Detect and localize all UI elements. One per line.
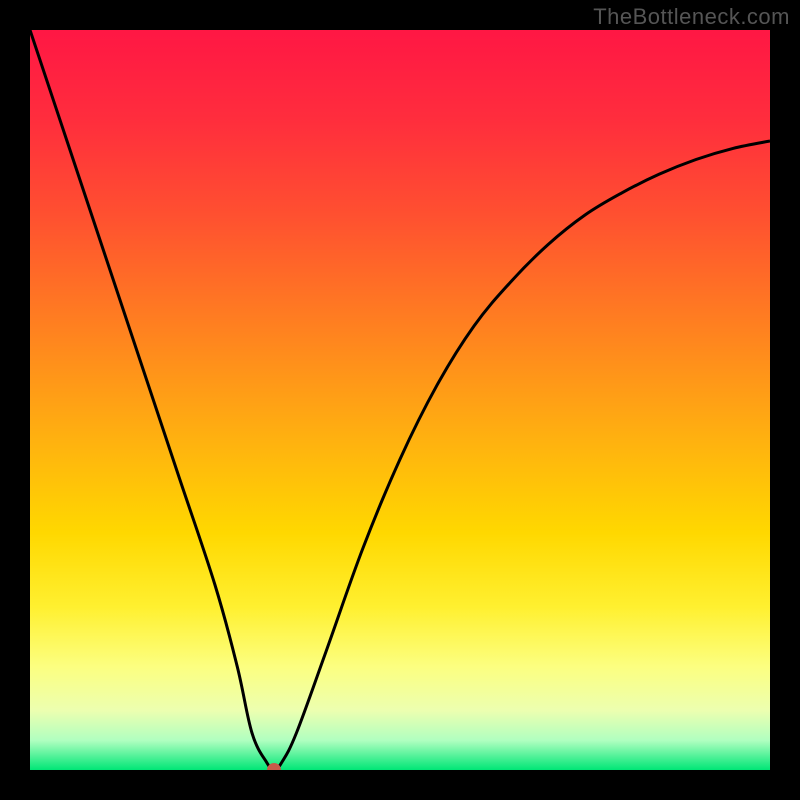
watermark-text: TheBottleneck.com — [593, 4, 790, 30]
chart-area — [30, 30, 770, 770]
optimal-point-marker — [267, 763, 281, 770]
gradient-background — [30, 30, 770, 770]
